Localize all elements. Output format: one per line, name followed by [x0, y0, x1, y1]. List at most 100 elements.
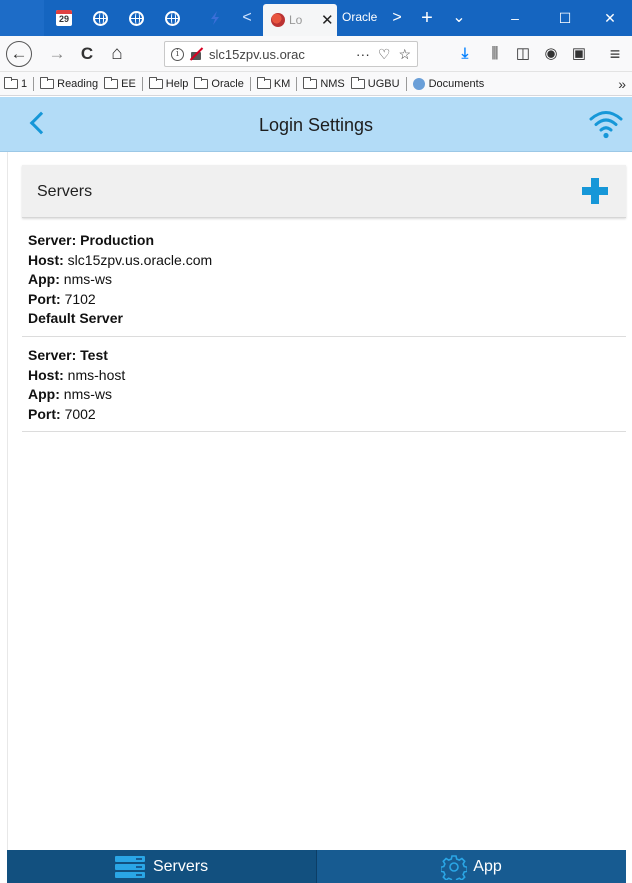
- url-text[interactable]: slc15zpv.us.orac: [209, 47, 309, 62]
- gear-icon: [441, 854, 468, 880]
- bookmark-separator: [249, 76, 251, 91]
- bookmarks-overflow-button[interactable]: »: [618, 76, 626, 92]
- reload-button[interactable]: C: [74, 41, 100, 67]
- library-icon[interactable]: ⫼: [482, 41, 508, 67]
- menu-icon[interactable]: ≡: [602, 41, 628, 67]
- bookmark-folder-oracle[interactable]: Oracle: [194, 76, 244, 90]
- tab-strip-left-space: [0, 0, 44, 36]
- folder-icon: [40, 76, 55, 89]
- active-tab-title: Lo: [289, 13, 303, 27]
- bottom-tab-bar: Servers App: [7, 850, 626, 883]
- server-name: Test: [80, 346, 108, 363]
- new-tab-button[interactable]: +: [416, 6, 438, 30]
- list-all-tabs-button[interactable]: ⌄: [448, 6, 470, 30]
- tab-servers[interactable]: Servers: [7, 850, 316, 883]
- tab-servers-label: Servers: [152, 857, 209, 875]
- server-name-line: Server: Test: [28, 346, 108, 363]
- servers-section-header: Servers: [22, 165, 626, 218]
- server-host-line: Host: nms-host: [28, 366, 126, 383]
- folder-icon: [256, 76, 271, 89]
- bookmark-star-icon[interactable]: ☆: [398, 46, 411, 63]
- close-tab-icon[interactable]: ✕: [321, 11, 334, 29]
- bookmark-separator: [33, 76, 35, 91]
- server-port: 7102: [64, 290, 96, 307]
- bookmark-folder-reading[interactable]: Reading: [40, 76, 98, 90]
- page-actions-icon[interactable]: ···: [356, 46, 370, 62]
- server-name-line: Server: Production: [28, 232, 155, 248]
- globe-icon: [128, 10, 144, 26]
- maximize-button[interactable]: ☐: [543, 0, 587, 36]
- app-header: Login Settings: [0, 97, 632, 152]
- default-server-label: Default Server: [28, 310, 123, 327]
- content-left-border: [7, 152, 8, 850]
- download-icon[interactable]: ⤓: [452, 41, 478, 67]
- bookmark-folder-ee[interactable]: EE: [104, 76, 136, 90]
- server-list-item[interactable]: Server: Test Host: nms-host App: nms-ws …: [22, 337, 626, 433]
- tab-app-label: App: [473, 857, 502, 875]
- pinned-tab-3[interactable]: [157, 6, 187, 30]
- folder-icon: [350, 76, 365, 89]
- folder-icon: [148, 76, 163, 89]
- server-stack-icon: [114, 855, 145, 878]
- pinned-tab-4[interactable]: [200, 6, 230, 30]
- server-app-line: App: nms-ws: [28, 386, 113, 403]
- home-button[interactable]: ⌂: [104, 41, 130, 67]
- url-bar[interactable]: i slc15zpv.us.orac ··· ♡ ☆: [164, 41, 418, 67]
- server-list: Server: Production Host: slc15zpv.us.ora…: [22, 229, 626, 433]
- tab-oracle[interactable]: Oracle U: [342, 10, 380, 28]
- server-port: 7002: [64, 405, 96, 422]
- bookmark-separator: [405, 76, 407, 91]
- server-name: Production: [80, 232, 155, 248]
- servers-section-title: Servers: [37, 183, 93, 200]
- server-port-line: Port: 7002: [28, 405, 96, 422]
- server-host: slc15zpv.us.oracle.com: [67, 251, 213, 268]
- folder-icon: [104, 76, 119, 89]
- server-app: nms-ws: [63, 386, 113, 403]
- pinned-tab-calendar[interactable]: 29: [49, 6, 79, 30]
- insecure-lock-icon: [189, 47, 203, 61]
- bookmark-folder-help[interactable]: Help: [148, 76, 188, 90]
- server-port-line: Port: 7102: [28, 290, 96, 307]
- folder-icon: [4, 76, 18, 89]
- bookmarks-toolbar: 1 Reading EE Help Oracle KM NMS UGBU Doc…: [0, 72, 632, 96]
- bookmark-folder-1[interactable]: 1: [4, 76, 27, 90]
- active-tab[interactable]: Lo ✕: [263, 4, 337, 36]
- globe-icon: [92, 10, 108, 26]
- site-info-icon[interactable]: i: [171, 47, 184, 61]
- browser-nav-toolbar: ← → C ⌂ i slc15zpv.us.orac ··· ♡ ☆ ⤓ ⫼ ◫…: [0, 36, 632, 72]
- extension-icon[interactable]: ▣: [566, 41, 592, 67]
- calendar-icon: 29: [56, 10, 72, 26]
- pinned-tab-2[interactable]: [121, 6, 151, 30]
- close-window-button[interactable]: ✕: [588, 0, 632, 36]
- bookmark-documents[interactable]: Documents: [412, 77, 484, 90]
- tab-favicon-icon: [271, 13, 285, 27]
- page-title: Login Settings: [258, 115, 374, 135]
- tab-app[interactable]: App: [316, 850, 626, 883]
- bookmark-separator: [296, 76, 298, 91]
- bookmark-folder-km[interactable]: KM: [256, 76, 290, 90]
- tabs-scroll-right-button[interactable]: >: [386, 6, 408, 30]
- server-host-line: Host: slc15zpv.us.oracle.com: [28, 251, 213, 268]
- url-page-actions: ··· ♡ ☆: [356, 42, 411, 66]
- browser-back-button[interactable]: ←: [6, 41, 32, 67]
- server-app: nms-ws: [63, 271, 113, 288]
- bookmark-folder-nms[interactable]: NMS: [303, 76, 345, 90]
- bookmark-folder-ugbu[interactable]: UGBU: [350, 76, 400, 90]
- server-list-item[interactable]: Server: Production Host: slc15zpv.us.ora…: [22, 229, 626, 337]
- browser-forward-button[interactable]: →: [44, 41, 70, 67]
- pocket-icon[interactable]: ♡: [378, 46, 391, 63]
- pinned-tab-1[interactable]: [85, 6, 115, 30]
- wifi-icon[interactable]: [589, 108, 623, 140]
- server-app-line: App: nms-ws: [28, 271, 113, 288]
- lightning-icon: [211, 11, 219, 25]
- sidebar-icon[interactable]: ◫: [510, 41, 536, 67]
- server-host: nms-host: [67, 366, 126, 383]
- cloud-icon: [412, 77, 425, 90]
- folder-icon: [303, 76, 318, 89]
- browser-tab-strip: 29 < Lo ✕ Oracle U > + ⌄ – ☐ ✕: [0, 0, 632, 36]
- account-icon[interactable]: ◉: [538, 41, 564, 67]
- folder-icon: [194, 76, 209, 89]
- minimize-button[interactable]: –: [493, 0, 537, 36]
- tabs-scroll-left-button[interactable]: <: [238, 6, 256, 30]
- add-server-plus-icon[interactable]: [582, 178, 608, 204]
